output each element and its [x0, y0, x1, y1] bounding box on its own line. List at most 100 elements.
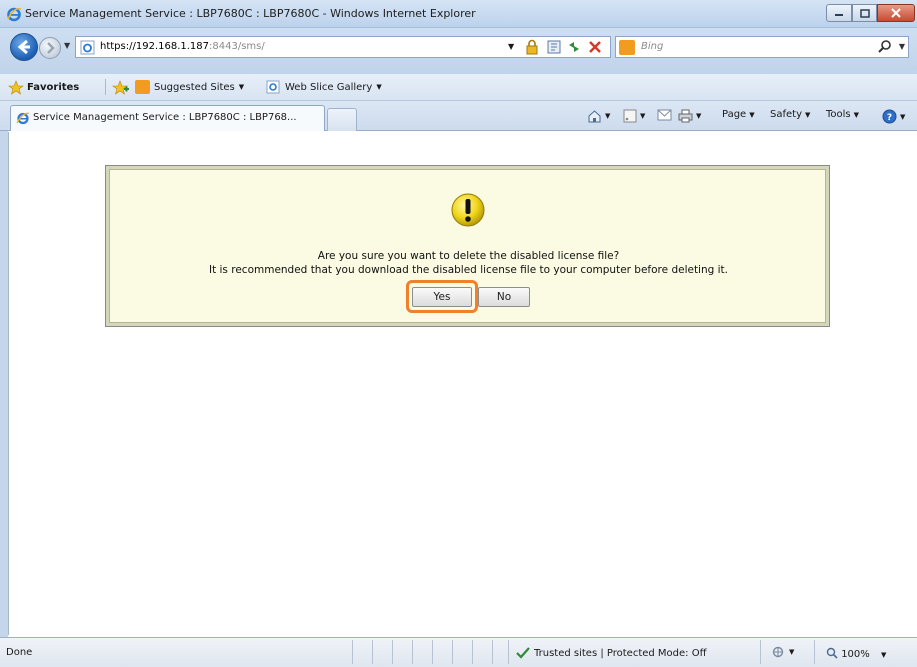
favorites-button[interactable]: Favorites [8, 80, 79, 95]
recent-pages-dropdown-icon[interactable]: ▼ [64, 41, 70, 50]
home-button[interactable]: ▼ [587, 109, 610, 123]
favorites-bar: Favorites Suggested Sites ▼ Web Slice Ga… [0, 74, 917, 101]
add-to-favorites-bar-button[interactable] [112, 80, 130, 95]
zoom-icon [826, 647, 838, 659]
tab-ie-icon [16, 112, 30, 125]
tab-label: Service Management Service : LBP7680C : … [33, 112, 297, 123]
help-dropdown-icon: ▼ [900, 112, 906, 121]
status-cell [760, 640, 761, 664]
dialog-message-line1: Are you sure you want to delete the disa… [317, 250, 620, 262]
safety-menu[interactable]: Safety ▼ [770, 109, 810, 120]
ie-logo-icon [7, 7, 22, 22]
close-icon [891, 8, 901, 18]
back-button[interactable] [10, 33, 38, 61]
search-box[interactable]: Bing ▼ [615, 36, 909, 58]
print-icon [678, 109, 693, 123]
refresh-icon[interactable] [566, 39, 582, 55]
home-icon [588, 110, 601, 123]
zoom-level: 100% [841, 649, 870, 660]
print-button[interactable]: ▼ [678, 109, 701, 123]
print-dropdown-icon: ▼ [696, 112, 702, 120]
safety-menu-dropdown-icon: ▼ [805, 110, 811, 119]
maximize-button[interactable] [852, 4, 877, 22]
lock-icon[interactable] [524, 39, 540, 55]
address-bar[interactable]: https://192.168.1.187:8443/sms/ ▼ [75, 36, 611, 58]
no-button[interactable]: No [478, 287, 530, 307]
web-slice-gallery-link[interactable]: Web Slice Gallery ▼ [266, 80, 382, 94]
internet-zone-icon [772, 646, 784, 658]
tools-menu[interactable]: Tools ▼ [826, 109, 859, 120]
title-bar: Service Management Service : LBP7680C : … [0, 0, 917, 28]
help-icon: ? [882, 109, 897, 124]
page-menu-label: Page [722, 109, 747, 120]
security-zone[interactable]: Trusted sites | Protected Mode: Off [516, 647, 707, 659]
minimize-icon [835, 14, 843, 16]
tools-menu-dropdown-icon: ▼ [853, 110, 860, 119]
web-slice-gallery-label: Web Slice Gallery [285, 81, 373, 93]
home-dropdown-icon: ▼ [605, 112, 611, 120]
search-placeholder: Bing [641, 41, 664, 52]
search-icon[interactable] [877, 39, 893, 55]
zoom-control[interactable]: 100% ▼ [826, 647, 886, 660]
mail-icon [657, 109, 672, 121]
url-text[interactable]: https://192.168.1.187:8443/sms/ [100, 41, 265, 52]
stop-icon[interactable] [587, 39, 603, 55]
status-cell [452, 640, 453, 664]
page-menu[interactable]: Page ▼ [722, 109, 755, 120]
suggested-sites-link[interactable]: Suggested Sites ▼ [135, 80, 244, 94]
status-cell [432, 640, 433, 664]
url-path: :8443/sms/ [209, 41, 265, 52]
svg-text:?: ? [887, 113, 892, 123]
protected-mode-dropdown-icon: ▼ [789, 648, 795, 656]
status-cell [492, 640, 493, 664]
favorites-separator [105, 79, 106, 95]
forward-arrow-icon [47, 42, 55, 54]
back-arrow-icon [17, 39, 30, 55]
status-cell [814, 640, 815, 664]
feeds-icon [623, 109, 637, 123]
status-text: Done [6, 647, 33, 658]
status-cell [472, 640, 473, 664]
read-mail-button[interactable] [657, 109, 672, 121]
bing-logo-icon [619, 40, 635, 55]
suggested-sites-dropdown-icon: ▼ [238, 83, 245, 91]
close-button[interactable] [877, 4, 915, 22]
yes-button[interactable]: Yes [412, 287, 472, 307]
page-ie-icon [80, 40, 95, 55]
compatibility-view-icon[interactable] [546, 39, 562, 55]
checkmark-icon [516, 647, 530, 659]
suggested-sites-label: Suggested Sites [154, 81, 235, 93]
tab-bar: Service Management Service : LBP7680C : … [0, 101, 917, 131]
search-options-dropdown-icon[interactable]: ▼ [899, 42, 905, 51]
new-tab-button[interactable] [327, 108, 357, 131]
protected-mode-button[interactable]: ▼ [772, 646, 794, 658]
forward-button[interactable] [39, 37, 61, 59]
dialog-body: Are you sure you want to delete the disa… [109, 169, 826, 323]
status-cell [412, 640, 413, 664]
status-cell [352, 640, 353, 664]
address-dropdown-icon[interactable]: ▼ [508, 42, 514, 51]
status-cell [392, 640, 393, 664]
help-button[interactable]: ? ▼ [882, 109, 905, 124]
safety-menu-label: Safety [770, 109, 802, 120]
web-slice-dropdown-icon: ▼ [376, 83, 382, 91]
feeds-button[interactable]: ▼ [623, 109, 645, 123]
tools-menu-label: Tools [826, 109, 851, 120]
confirmation-dialog: Are you sure you want to delete the disa… [105, 165, 830, 327]
add-favorite-icon [112, 80, 129, 95]
suggested-sites-icon [135, 80, 150, 94]
zoom-dropdown-icon: ▼ [880, 651, 887, 659]
tab-service-management[interactable]: Service Management Service : LBP7680C : … [10, 105, 325, 131]
web-slice-icon [266, 80, 280, 94]
url-host: https://192.168.1.187 [100, 41, 210, 52]
maximize-icon [859, 8, 870, 18]
favorites-star-icon [8, 80, 24, 95]
address-row: ▼ https://192.168.1.187:8443/sms/ ▼ Bing [0, 28, 917, 74]
feeds-dropdown-icon: ▼ [640, 112, 646, 120]
status-bar: Done Trusted sites | Protected Mode: Off… [0, 637, 917, 667]
security-zone-label: Trusted sites | Protected Mode: Off [534, 647, 707, 659]
minimize-button[interactable] [826, 4, 852, 22]
status-cell [508, 640, 509, 664]
browser-left-frame [0, 131, 8, 637]
dialog-message-line2: It is recommended that you download the … [208, 264, 729, 276]
